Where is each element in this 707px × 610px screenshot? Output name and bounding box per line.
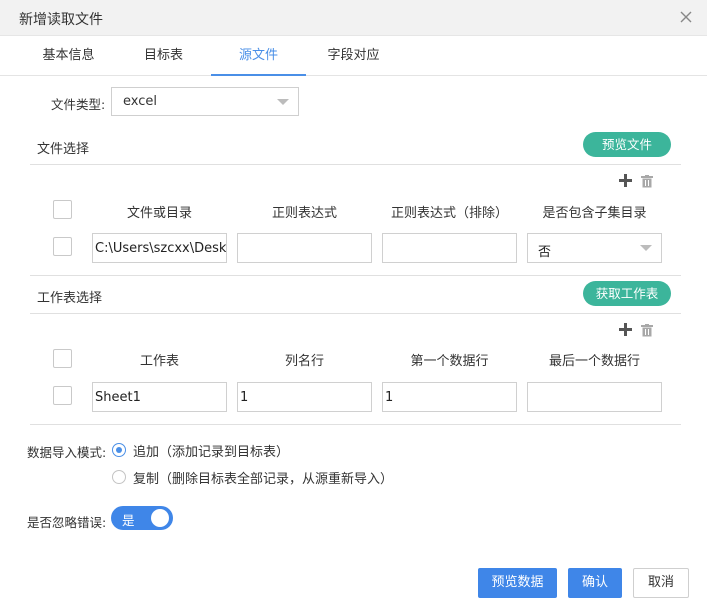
include-subdir-select[interactable]: 否 <box>527 233 662 263</box>
file-select-all-checkbox[interactable] <box>53 200 72 219</box>
sheet-name-input[interactable]: Sheet1 <box>92 382 227 412</box>
preview-data-button[interactable]: 预览数据 <box>478 568 557 598</box>
regex-exclude-input[interactable] <box>382 233 517 263</box>
import-mode-append-text: 追加（添加记录到目标表） <box>133 445 290 460</box>
regex-input[interactable] <box>237 233 372 263</box>
fetch-sheets-button[interactable]: 获取工作表 <box>583 281 671 306</box>
column-header-sheet: 工作表 <box>139 354 179 369</box>
trash-icon[interactable] <box>641 324 653 337</box>
column-header-first-data-row: 第一个数据行 <box>410 354 489 369</box>
ignore-errors-label: 是否忽略错误: <box>27 515 107 530</box>
column-header-regex-exclude: 正则表达式（排除） <box>390 206 508 221</box>
last-data-row-input[interactable] <box>527 382 662 412</box>
tab-bar: 基本信息 目标表 源文件 字段对应 <box>0 36 707 76</box>
include-subdir-value: 否 <box>538 245 552 260</box>
add-icon[interactable] <box>619 323 632 336</box>
tab-source-file[interactable]: 源文件 <box>211 36 306 76</box>
dialog-title: 新增读取文件 <box>19 12 103 28</box>
dialog-titlebar: 新增读取文件 <box>0 0 707 36</box>
first-data-row-input[interactable]: 1 <box>382 382 517 412</box>
file-path-input[interactable]: C:\Users\szcxx\Deskt <box>92 233 227 263</box>
confirm-button[interactable]: 确认 <box>568 568 622 598</box>
new-read-file-dialog: 新增读取文件 基本信息 目标表 源文件 字段对应 文件类型: excel 文件选… <box>0 0 707 610</box>
sheet-row-checkbox[interactable] <box>53 386 72 405</box>
file-type-value: excel <box>123 94 157 109</box>
column-header-include-subdir: 是否包含子集目录 <box>542 206 647 221</box>
cancel-button[interactable]: 取消 <box>633 568 689 598</box>
tab-field-mapping[interactable]: 字段对应 <box>306 36 401 76</box>
add-icon[interactable] <box>619 174 632 187</box>
file-row-checkbox[interactable] <box>53 237 72 256</box>
tab-basic-info[interactable]: 基本信息 <box>21 36 116 76</box>
sheet-select-all-checkbox[interactable] <box>53 349 72 368</box>
file-section-title: 文件选择 <box>37 142 90 157</box>
trash-icon[interactable] <box>641 175 653 188</box>
column-header-header-row: 列名行 <box>284 354 324 369</box>
divider <box>30 424 681 425</box>
sheet-section-title: 工作表选择 <box>37 291 103 306</box>
ignore-errors-toggle[interactable]: 是 <box>111 506 173 530</box>
divider <box>30 275 681 276</box>
close-icon[interactable] <box>679 10 693 24</box>
divider <box>30 164 681 165</box>
toggle-knob <box>151 509 169 527</box>
tab-target-table[interactable]: 目标表 <box>116 36 211 76</box>
chevron-down-icon <box>640 245 652 251</box>
import-mode-copy-text: 复制（删除目标表全部记录，从源重新导入） <box>133 472 394 487</box>
preview-file-button[interactable]: 预览文件 <box>583 132 671 157</box>
import-mode-copy-radio[interactable] <box>112 470 126 484</box>
column-header-regex: 正则表达式 <box>271 206 337 221</box>
chevron-down-icon <box>277 99 289 105</box>
divider <box>30 313 681 314</box>
import-mode-append-radio[interactable] <box>112 443 126 457</box>
file-type-select[interactable]: excel <box>111 87 299 116</box>
toggle-label: 是 <box>122 513 135 528</box>
file-type-label: 文件类型: <box>51 97 106 112</box>
import-mode-label: 数据导入模式: <box>27 445 107 460</box>
column-header-last-data-row: 最后一个数据行 <box>548 354 640 369</box>
column-header-file-or-dir: 文件或目录 <box>126 206 192 221</box>
header-row-input[interactable]: 1 <box>237 382 372 412</box>
